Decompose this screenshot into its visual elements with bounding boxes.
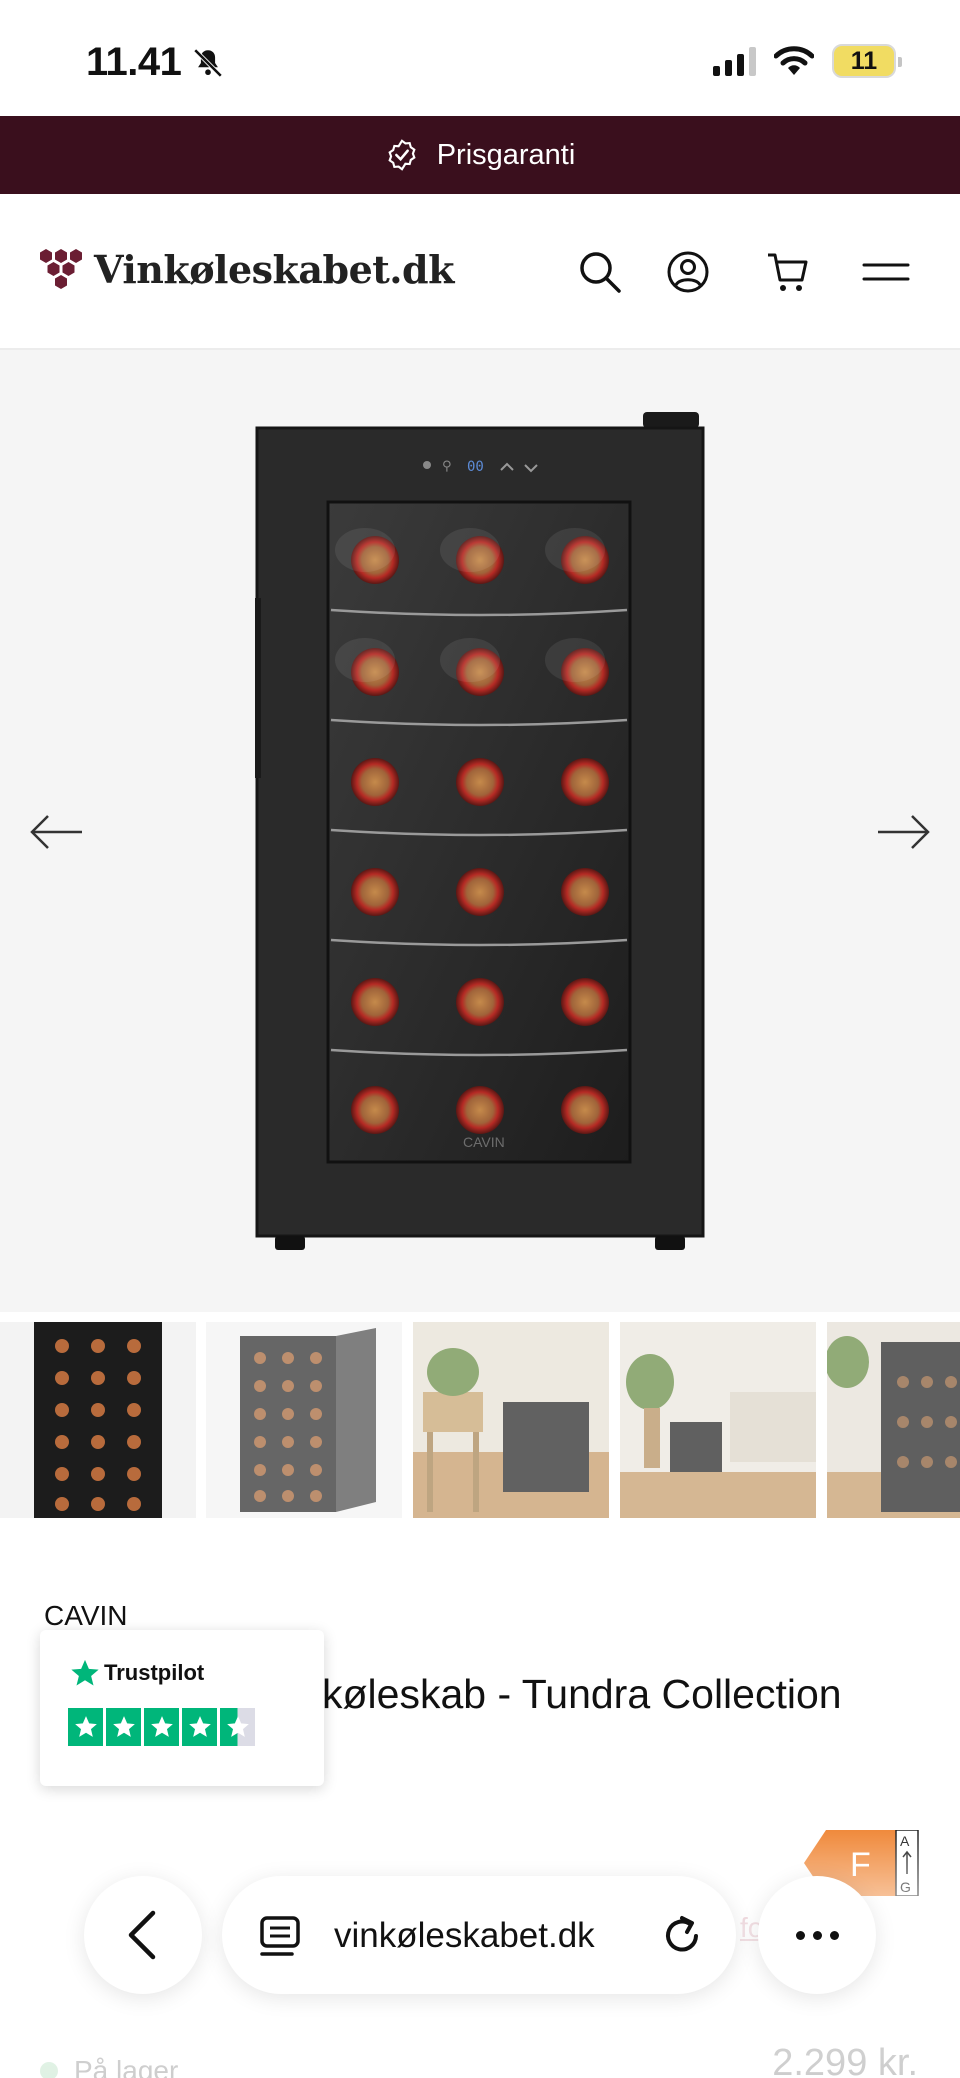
- thumbnail-lifestyle-plant[interactable]: [827, 1322, 960, 1518]
- wine-fridge-image: ⚲ 00 CAVIN: [255, 412, 705, 1250]
- stock-text: På lager: [74, 2055, 179, 2078]
- product-price: 2.299 kr.: [772, 2042, 918, 2078]
- url-text: vinkøleskabet.dk: [334, 1916, 595, 1955]
- fridge-brand-mark: CAVIN: [463, 1134, 505, 1150]
- thumbnail-lifestyle-chair[interactable]: [413, 1322, 609, 1518]
- star-icon: [68, 1708, 103, 1746]
- status-indicators: 11: [713, 44, 902, 78]
- thumbnail-lifestyle-sofa[interactable]: [620, 1322, 816, 1518]
- trustpilot-rating: [68, 1708, 255, 1746]
- svg-text:⚲: ⚲: [442, 459, 452, 474]
- product-brand[interactable]: CAVIN: [44, 1600, 128, 1632]
- grape-logo-icon: [40, 249, 82, 289]
- account-icon[interactable]: [664, 248, 712, 296]
- trustpilot-label: Trustpilot: [104, 1660, 205, 1685]
- status-bar: 11.41 11: [0, 0, 960, 116]
- site-header: Vinkøleskabet.dk: [0, 194, 960, 350]
- clock: 11.41: [86, 40, 182, 84]
- promo-banner[interactable]: Prisgaranti: [0, 116, 960, 194]
- chevron-left-icon: [128, 1910, 156, 1960]
- energy-class: F: [850, 1846, 871, 1884]
- status-time: 11.41: [86, 40, 225, 85]
- trustpilot-widget[interactable]: Trustpilot: [40, 1630, 324, 1786]
- thumbnail-strip: [0, 1322, 960, 1518]
- more-options-button[interactable]: [758, 1876, 876, 1994]
- star-icon: [144, 1708, 179, 1746]
- promo-text: Prisgaranti: [436, 138, 576, 171]
- product-gallery[interactable]: ⚲ 00 CAVIN: [0, 350, 960, 1312]
- site-logo[interactable]: Vinkøleskabet.dk: [38, 246, 454, 292]
- next-image-arrow-icon[interactable]: [874, 812, 932, 852]
- svg-text:00: 00: [467, 459, 484, 475]
- thumbnail-front[interactable]: [0, 1322, 196, 1518]
- browser-back-button[interactable]: [84, 1876, 202, 1994]
- more-dots-icon: [795, 1930, 805, 1940]
- trustpilot-logo: Trustpilot: [70, 1658, 204, 1688]
- energy-scale-top: A: [900, 1833, 910, 1849]
- trustpilot-star-icon: [71, 1659, 99, 1686]
- reload-icon[interactable]: [660, 1912, 704, 1958]
- previous-image-arrow-icon[interactable]: [28, 812, 86, 852]
- energy-scale-bottom: G: [900, 1879, 911, 1895]
- search-icon[interactable]: [576, 248, 624, 296]
- page-menu-icon[interactable]: [258, 1914, 302, 1958]
- address-bar[interactable]: vinkøleskabet.dk: [222, 1876, 736, 1994]
- star-icon: [106, 1708, 141, 1746]
- cellular-signal-icon: [713, 46, 756, 76]
- thumbnail-open-door[interactable]: [206, 1322, 402, 1518]
- wifi-icon: [774, 46, 814, 75]
- verified-badge-icon: [388, 139, 416, 171]
- menu-icon[interactable]: [862, 248, 910, 296]
- stock-status: På lager: [40, 2055, 178, 2078]
- in-stock-dot-icon: [40, 2062, 58, 2078]
- half-star-icon: [220, 1708, 255, 1746]
- battery-indicator: 11: [832, 44, 902, 78]
- product-title: køleskab - Tundra Collection: [322, 1671, 842, 1717]
- logo-text: Vinkøleskabet.dk: [94, 246, 454, 292]
- cart-icon[interactable]: [764, 248, 812, 296]
- silent-bell-icon: [194, 48, 223, 77]
- star-icon: [182, 1708, 217, 1746]
